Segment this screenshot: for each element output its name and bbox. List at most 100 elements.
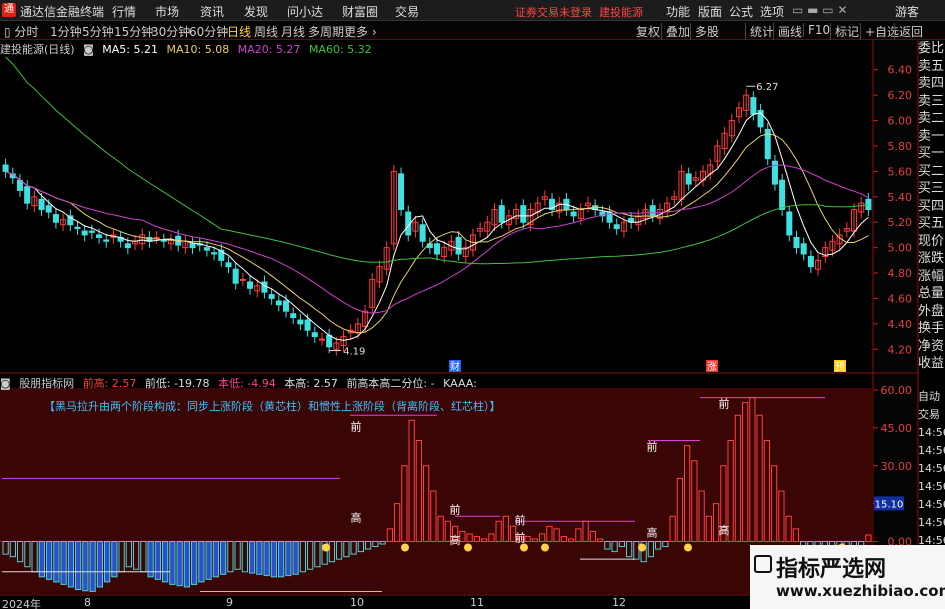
quote-label: 卖五 <box>918 58 945 74</box>
quote-label: 总量 <box>918 286 945 301</box>
candle-body <box>290 313 297 319</box>
price-tick-label: 4.20 <box>888 343 913 356</box>
sub-bar-negative <box>249 541 256 574</box>
price-tick-label: 4.60 <box>888 292 913 305</box>
quote-label-lower: 14:56 <box>918 426 945 439</box>
guest-label[interactable]: 游客 <box>895 3 919 20</box>
sub-signal-label: 高 <box>719 523 730 537</box>
sub-tick-label: 60.00 <box>881 384 913 397</box>
candle-body <box>96 234 103 238</box>
period-60min[interactable]: 60分钟 <box>189 23 228 40</box>
sub-bar-negative <box>104 541 111 583</box>
menu-quotes[interactable]: 行情 <box>112 3 136 20</box>
collapse-icon[interactable]: ◙ <box>83 43 94 56</box>
menu-layout[interactable]: 版面 <box>698 3 722 20</box>
candle-body <box>498 205 505 223</box>
quote-label-lower: 14:56 <box>918 444 945 457</box>
tool-draw[interactable]: 画线 <box>773 23 802 40</box>
candle-body <box>793 236 800 249</box>
window-controls-icon[interactable]: ▭ ▬ ▭ ✕ <box>792 3 848 17</box>
price-tick-label: 6.40 <box>888 64 913 77</box>
candle-body <box>153 236 160 239</box>
period-5min[interactable]: 5分钟 <box>82 23 114 40</box>
period-weekly[interactable]: 周线 <box>254 23 278 40</box>
ma60-label: MA60: 5.32 <box>308 43 372 56</box>
candle-body <box>750 97 757 115</box>
menu-ask[interactable]: 问小达 <box>287 3 323 20</box>
menu-formula[interactable]: 公式 <box>729 3 753 20</box>
tool-overlay[interactable]: 叠加 <box>661 23 690 40</box>
x-tick-label: 9 <box>226 596 233 609</box>
period-multi[interactable]: 多周期 <box>308 23 344 40</box>
candle-body <box>419 224 426 242</box>
sub-bar-negative <box>82 541 89 592</box>
period-more[interactable]: 更多 › <box>344 23 377 40</box>
quote-label: 卖二 <box>918 111 945 126</box>
x-tick-label: 12 <box>612 596 626 609</box>
login-warning[interactable]: 证券交易未登录 建投能源 <box>515 4 643 20</box>
sub-bar-negative <box>270 541 277 578</box>
candle-body <box>282 300 290 312</box>
candle-body <box>771 160 778 185</box>
candle-body <box>570 211 577 217</box>
candle-body <box>520 205 527 223</box>
tool-adjust[interactable]: 复权 <box>636 23 660 40</box>
tool-back[interactable]: 返回 <box>894 23 923 40</box>
menu-options[interactable]: 选项 <box>760 3 784 20</box>
period-30min[interactable]: 30分钟 <box>151 23 190 40</box>
price-tick-label: 4.80 <box>888 267 913 280</box>
quote-label: 涨跌 <box>918 251 945 266</box>
main-chart-header: 建投能源(日线) ◙ MA5: 5.21 MA10: 5.08 MA20: 5.… <box>0 41 377 56</box>
tool-mark[interactable]: 标记 <box>830 23 859 40</box>
price-tick-label: 4.40 <box>888 318 913 331</box>
price-tick-label: 5.40 <box>888 191 913 204</box>
ma60-line <box>5 56 869 265</box>
period-1min[interactable]: 1分钟 <box>50 23 82 40</box>
menu-function[interactable]: 功能 <box>666 3 690 20</box>
menu-discover[interactable]: 发现 <box>244 3 268 20</box>
indicator-description: 【黑马拉升由两个阶段构成：同步上涨阶段（黄芯柱）和惯性上涨阶段（背离阶段、红芯柱… <box>44 399 501 413</box>
indicator-toggle-icon[interactable]: ◙ <box>0 377 11 390</box>
sub-bar-negative <box>67 541 74 588</box>
price-tick-label: 5.80 <box>888 140 913 153</box>
prev-high-label: 前高: 2.57 <box>82 377 137 390</box>
candle-body <box>232 268 239 284</box>
period-toolbar: ▯ 分时 1分钟 5分钟 15分钟 30分钟 60分钟 日线 周线 月线 多周期… <box>0 21 945 40</box>
high-price-label: 6.27 <box>756 82 778 93</box>
ma10-label: MA10: 5.08 <box>166 43 230 56</box>
sub-bar-negative <box>263 541 270 577</box>
candle-body <box>203 247 210 251</box>
tool-multistock[interactable]: 多股 <box>690 23 719 40</box>
period-daily[interactable]: 日线 <box>227 23 251 40</box>
period-15min[interactable]: 15分钟 <box>114 23 153 40</box>
menu-news[interactable]: 资讯 <box>200 3 224 20</box>
price-tick-label: 5.60 <box>888 165 913 178</box>
sub-bar-negative <box>292 541 299 575</box>
sub-signal-label: 前 <box>450 503 461 517</box>
tool-f10[interactable]: F10 <box>803 23 830 37</box>
sub-bar-negative <box>191 541 198 585</box>
candle-body <box>24 186 31 204</box>
quote-panel-labels-lower: 自动交易14:5614:5614:5614:5614:5614:5614:56 <box>918 388 945 550</box>
quote-label: 卖三 <box>918 93 945 109</box>
cur-high-label: 本高: 2.57 <box>284 377 338 390</box>
kline-chart[interactable]: 6.40 6.20 6.00 5.80 5.60 5.40 5.20 5.00 4.80 4.60… <box>0 40 945 609</box>
tool-stats[interactable]: 统计 <box>745 23 774 40</box>
price-tick-label: 5.20 <box>888 216 913 229</box>
candle-body <box>45 205 52 213</box>
candle-body <box>247 281 254 289</box>
ma5-label: MA5: 5.21 <box>102 43 158 56</box>
kaaa-label: KAAA: <box>443 377 477 390</box>
candle-body <box>239 278 246 281</box>
menu-market[interactable]: 市场 <box>155 3 179 20</box>
candle-body <box>52 214 59 223</box>
quote-label: 现价 <box>918 233 945 249</box>
period-monthly[interactable]: 月线 <box>281 23 305 40</box>
sub-signal-label: 高 <box>450 533 461 547</box>
menu-wealth[interactable]: 财富圈 <box>342 3 378 20</box>
period-timeshare[interactable]: ▯ 分时 <box>4 23 38 40</box>
candle-body <box>433 243 441 255</box>
menu-trade[interactable]: 交易 <box>395 3 419 20</box>
sub-bar-negative <box>53 541 60 583</box>
candle-body <box>311 332 318 338</box>
